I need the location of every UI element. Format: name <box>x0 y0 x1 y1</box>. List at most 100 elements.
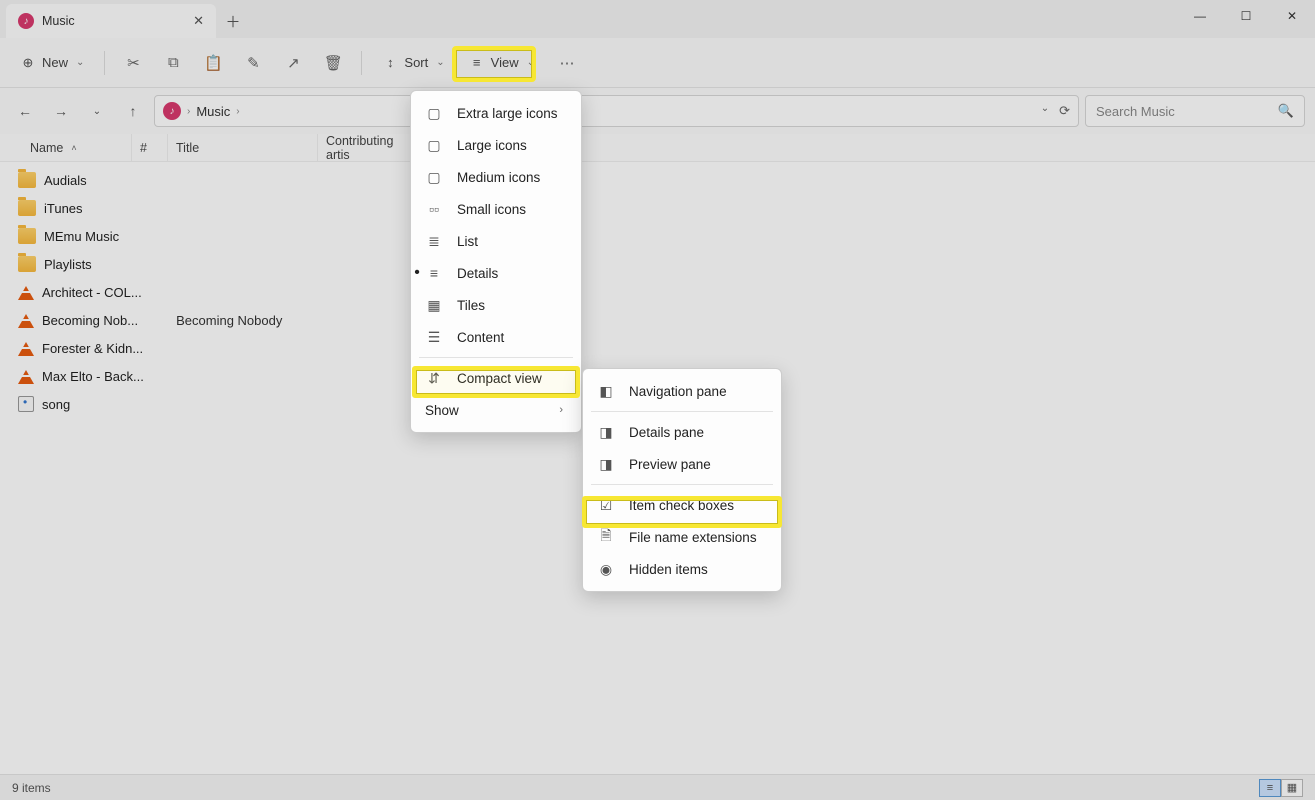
menu-label: List <box>457 234 478 249</box>
view-button[interactable]: ≡ View ⌄ <box>459 49 545 77</box>
up-button[interactable]: ↑ <box>118 96 148 126</box>
sort-label: Sort <box>404 55 428 70</box>
column-name-label: Name <box>30 141 63 155</box>
close-tab-icon[interactable]: ✕ <box>193 13 204 29</box>
new-tab-button[interactable]: ＋ <box>216 4 250 38</box>
show-submenu: ◧Navigation pane ◨ Details pane ◨Preview … <box>582 368 782 592</box>
file-name: Playlists <box>44 257 92 272</box>
search-icon: 🔍 <box>1278 103 1294 119</box>
more-button[interactable]: ⋯ <box>549 45 585 81</box>
list-item[interactable]: iTunes <box>0 194 1315 222</box>
menu-label: Content <box>457 330 504 345</box>
address-dropdown-icon[interactable]: ⌄ <box>1041 103 1049 119</box>
list-item[interactable]: Becoming Nob...Becoming Nobody <box>0 306 1315 334</box>
menu-extra-large-icons[interactable]: ▢Extra large icons <box>411 97 581 129</box>
folder-icon <box>18 256 36 272</box>
list-item[interactable]: Architect - COL... <box>0 278 1315 306</box>
menu-show[interactable]: Show› <box>411 394 581 426</box>
toolbar: ⊕ New ⌄ ✂ ⧉ 📋 ✎ ↗ 🗑 ↕ Sort ⌄ ≡ View ⌄ ⋯ <box>0 38 1315 88</box>
column-headers: Name ˄ # Title Contributing artis <box>0 134 1315 162</box>
menu-large-icons[interactable]: ▢ Large icons <box>411 129 581 161</box>
large-icons-icon: ▢ <box>425 137 443 154</box>
new-button[interactable]: ⊕ New ⌄ <box>10 49 94 77</box>
menu-hidden-items[interactable]: ◉Hidden items <box>583 553 781 585</box>
details-view-toggle[interactable]: ≡ <box>1259 779 1281 797</box>
separator <box>361 51 362 75</box>
menu-label: Details pane <box>629 425 704 440</box>
titlebar: ♪ Music ✕ ＋ ― ☐ ✕ <box>0 0 1315 38</box>
maximize-button[interactable]: ☐ <box>1223 0 1269 32</box>
refresh-button[interactable]: ⟳ <box>1059 103 1070 119</box>
menu-list[interactable]: ≣ List <box>411 225 581 257</box>
cut-button[interactable]: ✂ <box>115 45 151 81</box>
menu-label: Preview pane <box>629 457 711 472</box>
music-icon: ♪ <box>163 102 181 120</box>
column-title[interactable]: Title <box>168 134 318 161</box>
view-icon: ≡ <box>469 55 485 71</box>
thumbnails-view-toggle[interactable]: ▦ <box>1281 779 1303 797</box>
list-item[interactable]: MEmu Music <box>0 222 1315 250</box>
menu-label: Small icons <box>457 202 526 217</box>
menu-label: Large icons <box>457 138 527 153</box>
tiles-icon: ▦ <box>425 297 443 314</box>
list-item[interactable]: Audials <box>0 166 1315 194</box>
tab-title: Music <box>42 14 75 28</box>
folder-icon <box>18 200 36 216</box>
close-window-button[interactable]: ✕ <box>1269 0 1315 32</box>
chevron-right-icon: › <box>236 106 239 117</box>
menu-label: Details <box>457 266 498 281</box>
recent-locations-button[interactable]: ⌄ <box>82 96 112 126</box>
menu-small-icons[interactable]: ▫▫Small icons <box>411 193 581 225</box>
sort-button[interactable]: ↕ Sort ⌄ <box>372 49 454 77</box>
column-number[interactable]: # <box>132 134 168 161</box>
details-icon: ≡ <box>425 265 443 281</box>
separator <box>104 51 105 75</box>
status-bar: 9 items ≡ ▦ <box>0 774 1315 800</box>
menu-label: Extra large icons <box>457 106 558 121</box>
search-placeholder: Search Music <box>1096 104 1175 119</box>
view-menu: ▢Extra large icons ▢ Large icons ▢Medium … <box>410 90 582 433</box>
tab-music[interactable]: ♪ Music ✕ <box>6 4 216 38</box>
menu-details-pane[interactable]: ◨ Details pane <box>583 416 781 448</box>
file-title: Becoming Nobody <box>176 313 282 328</box>
details-pane-icon: ◨ <box>597 424 615 441</box>
folder-icon <box>18 172 36 188</box>
chevron-down-icon: ⌄ <box>527 57 535 68</box>
menu-content[interactable]: ☰Content <box>411 321 581 353</box>
column-num-label: # <box>140 141 147 155</box>
column-title-label: Title <box>176 141 199 155</box>
minimize-button[interactable]: ― <box>1177 0 1223 32</box>
forward-button[interactable]: → <box>46 96 76 126</box>
list-item[interactable]: Playlists <box>0 250 1315 278</box>
file-name: Max Elto - Back... <box>42 369 144 384</box>
breadcrumb-music[interactable]: Music <box>196 104 230 119</box>
vlc-icon <box>18 342 34 356</box>
back-button[interactable]: ← <box>10 96 40 126</box>
menu-medium-icons[interactable]: ▢Medium icons <box>411 161 581 193</box>
menu-preview-pane[interactable]: ◨Preview pane <box>583 448 781 480</box>
menu-label: Tiles <box>457 298 485 313</box>
menu-label: Hidden items <box>629 562 708 577</box>
delete-button[interactable]: 🗑 <box>315 45 351 81</box>
menu-item-check-boxes[interactable]: ☑Item check boxes <box>583 489 781 521</box>
menu-file-name-extensions[interactable]: 🗎File name extensions <box>583 521 781 553</box>
column-name[interactable]: Name ˄ <box>22 134 132 161</box>
list-icon: ≣ <box>425 233 443 250</box>
menu-compact-view[interactable]: ⇵Compact view <box>411 362 581 394</box>
address-bar[interactable]: ♪ › Music › ⌄ ⟳ <box>154 95 1079 127</box>
chevron-right-icon: › <box>187 106 190 117</box>
menu-tiles[interactable]: ▦ Tiles <box>411 289 581 321</box>
share-button[interactable]: ↗ <box>275 45 311 81</box>
menu-details[interactable]: •≡Details <box>411 257 581 289</box>
chevron-down-icon: ⌄ <box>436 57 444 68</box>
file-name: iTunes <box>44 201 83 216</box>
menu-navigation-pane[interactable]: ◧Navigation pane <box>583 375 781 407</box>
search-box[interactable]: Search Music 🔍 <box>1085 95 1305 127</box>
audio-file-icon <box>18 396 34 412</box>
menu-label: File name extensions <box>629 530 757 545</box>
copy-button[interactable]: ⧉ <box>155 45 191 81</box>
rename-button[interactable]: ✎ <box>235 45 271 81</box>
view-label: View <box>491 55 519 70</box>
paste-button[interactable]: 📋 <box>195 45 231 81</box>
list-item[interactable]: Forester & Kidn... <box>0 334 1315 362</box>
